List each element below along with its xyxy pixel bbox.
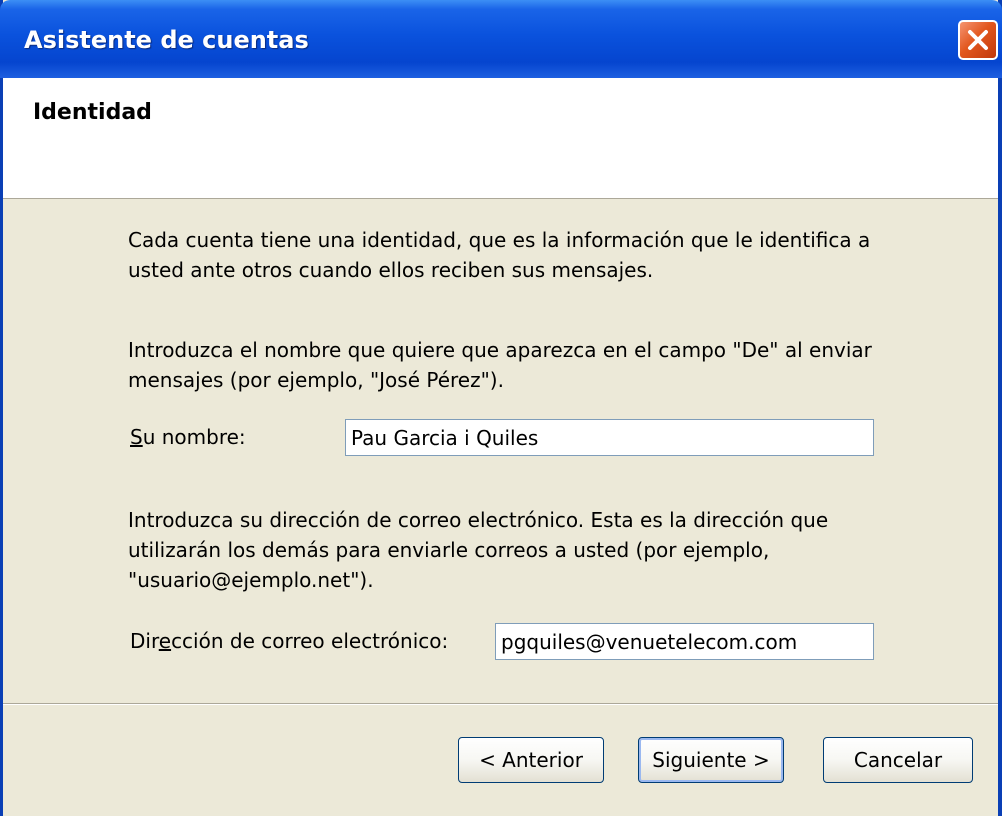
title-bar[interactable]: Asistente de cuentas: [0, 0, 1002, 78]
close-button[interactable]: [958, 20, 998, 60]
name-instructions: Introduzca el nombre que quiere que apar…: [128, 338, 872, 392]
back-button[interactable]: < Anterior: [458, 737, 604, 783]
email-label-pre: Dir: [130, 629, 159, 653]
account-wizard-dialog: Asistente de cuentas Identidad Cada cuen…: [0, 0, 1002, 816]
name-label-text: u nombre:: [142, 425, 246, 449]
name-label: Su nombre:: [130, 425, 246, 449]
email-instructions: Introduzca su dirección de correo electr…: [128, 508, 829, 592]
name-label-accelerator: S: [130, 425, 143, 449]
email-field[interactable]: [495, 623, 874, 660]
email-label-accelerator: e: [158, 629, 172, 653]
email-label-post: cción de correo electrónico:: [171, 629, 449, 653]
window-title: Asistente de cuentas: [24, 26, 309, 54]
email-label: Dirección de correo electrónico:: [130, 629, 448, 653]
page-title: Identidad: [33, 100, 152, 125]
wizard-content: Cada cuenta tiene una identidad, que es …: [3, 199, 998, 704]
cancel-button[interactable]: Cancelar: [823, 737, 973, 783]
close-icon: [968, 30, 988, 50]
name-field[interactable]: [345, 419, 874, 456]
footer-separator: [3, 703, 998, 705]
next-button[interactable]: Siguiente >: [638, 737, 784, 783]
intro-text: Cada cuenta tiene una identidad, que es …: [128, 228, 871, 282]
wizard-header: Identidad: [3, 78, 998, 199]
